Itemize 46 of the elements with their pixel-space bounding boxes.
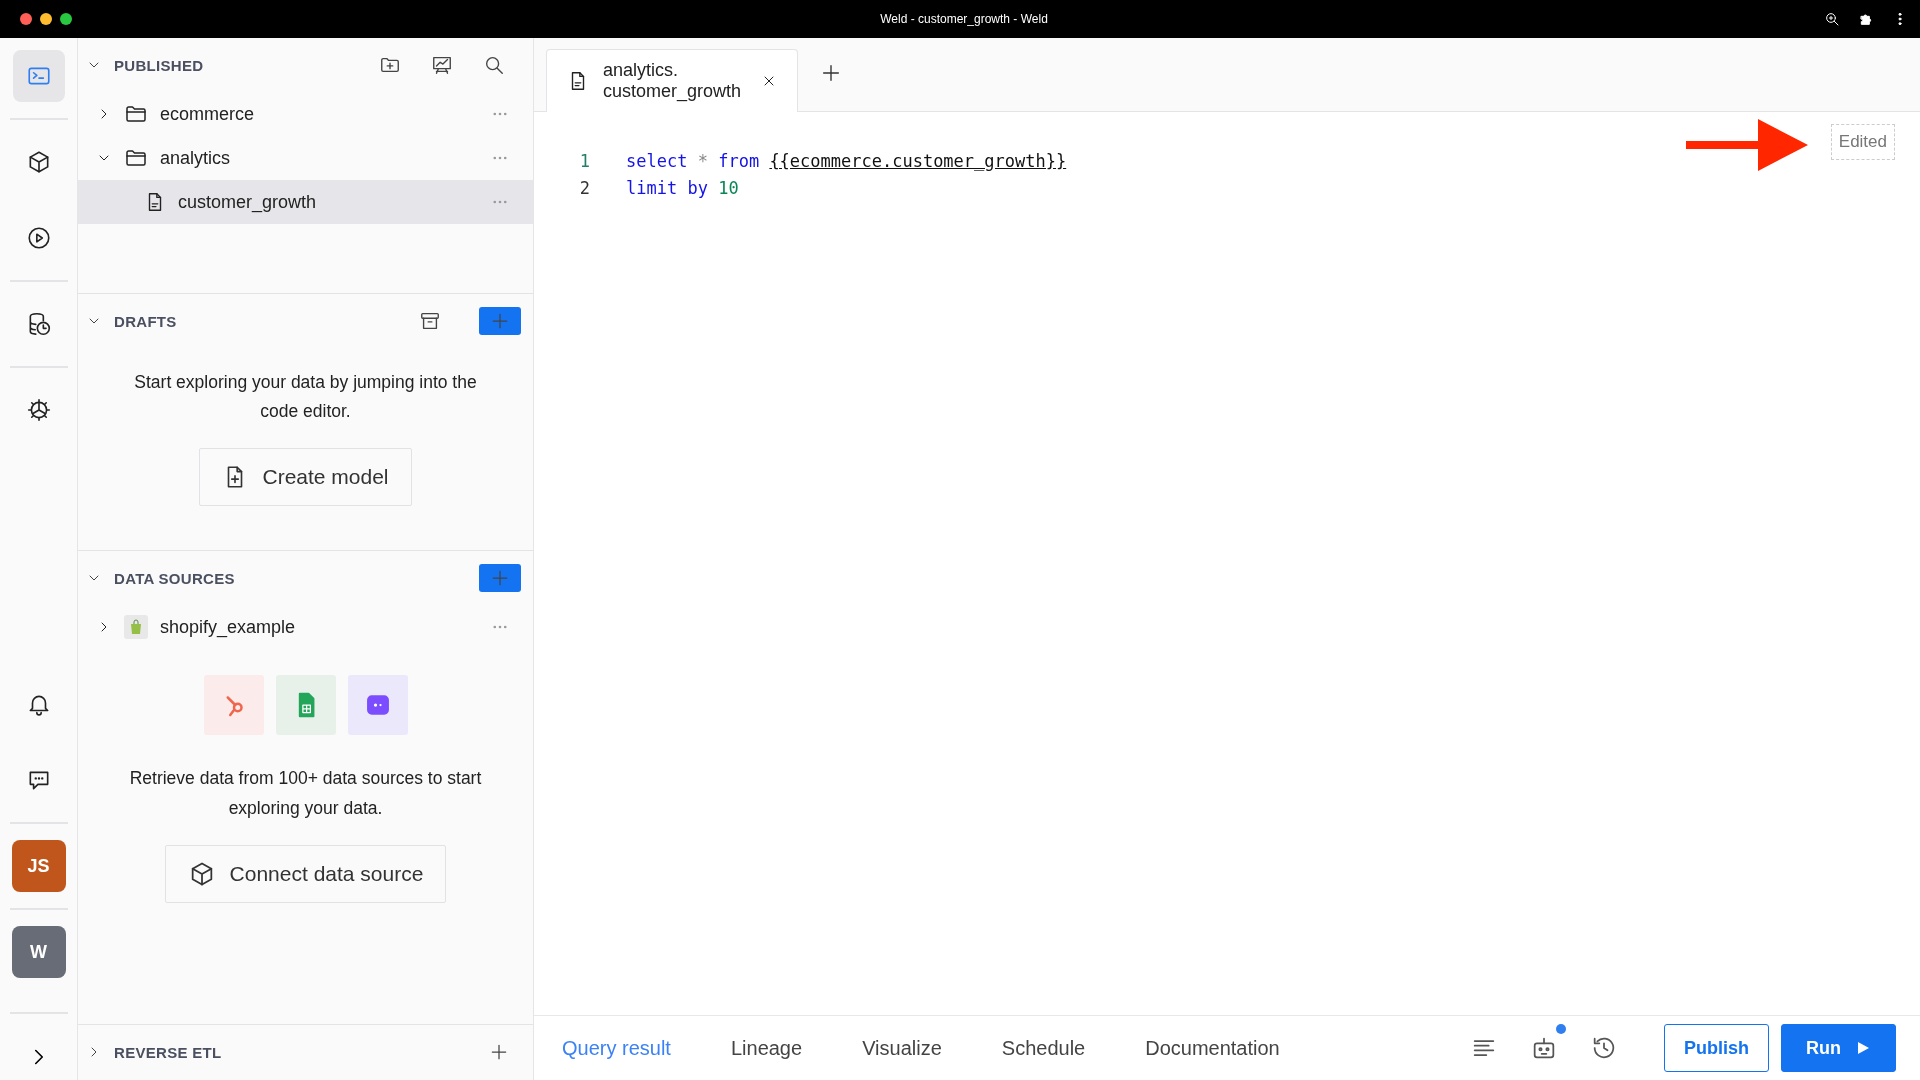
tree-item[interactable]: analytics — [78, 136, 533, 180]
line-number: 1 — [578, 150, 590, 171]
code-line: limit by 10 — [626, 177, 739, 198]
create-model-button[interactable]: Create model — [199, 448, 412, 506]
close-window-button[interactable] — [20, 13, 32, 25]
tree-item[interactable]: shopify_example — [78, 605, 533, 649]
chart-icon[interactable] — [431, 54, 453, 76]
bottom-tab[interactable]: Schedule — [1001, 1036, 1086, 1060]
bottom-tab[interactable]: Visualize — [862, 1036, 942, 1060]
drafts-message: Start exploring your data by jumping into the code editor. — [133, 371, 478, 423]
code-line: select * from {{ecommerce.customer_growth}} — [626, 150, 1067, 171]
section-title: PUBLISHED — [114, 56, 204, 74]
plus-icon — [490, 311, 510, 331]
bottom-tab[interactable]: Documentation — [1145, 1036, 1280, 1060]
archive-icon[interactable] — [419, 310, 441, 332]
workspace-avatar[interactable]: JS — [11, 840, 66, 892]
bag-icon — [124, 615, 148, 639]
bottom-tab[interactable]: Query result — [562, 1036, 671, 1060]
connector-tile[interactable] — [347, 675, 408, 735]
publish-button[interactable]: Publish — [1664, 1024, 1769, 1072]
play-icon — [25, 225, 52, 251]
tree-item[interactable]: ecommerce — [78, 92, 533, 136]
add-icon[interactable] — [489, 1042, 509, 1062]
section-title: REVERSE ETL — [114, 1043, 222, 1061]
settings-icon — [25, 397, 52, 423]
maximize-window-button[interactable] — [60, 13, 72, 25]
connect-data-source-button[interactable]: Connect data source — [164, 845, 447, 903]
data-sources-message: Retrieve data from 100+ data sources to start exploring your data. — [128, 767, 483, 820]
window-title: Weld - customer_growth - Weld — [879, 12, 1049, 26]
plus-icon — [490, 568, 510, 588]
workspace-avatar[interactable]: W — [11, 926, 66, 978]
editor-tab[interactable]: analytics. customer_growth — [546, 49, 799, 112]
connector-tile[interactable] — [203, 675, 264, 735]
run-button[interactable]: Run — [1781, 1024, 1896, 1072]
section-title: DRAFTS — [114, 312, 177, 330]
edited-status: Edited — [1830, 124, 1895, 160]
tree-item[interactable]: customer_growth — [78, 180, 533, 224]
zoom-icon[interactable] — [1824, 11, 1840, 27]
minimize-window-button[interactable] — [40, 13, 52, 25]
play-icon — [1855, 1040, 1871, 1056]
bottom-tab[interactable]: Lineage — [730, 1036, 803, 1060]
section-title: DATA SOURCES — [114, 569, 235, 587]
connector-tile[interactable] — [275, 675, 336, 735]
line-number: 2 — [578, 177, 590, 198]
puzzle-icon[interactable] — [1858, 11, 1874, 27]
search-icon[interactable] — [483, 54, 505, 76]
